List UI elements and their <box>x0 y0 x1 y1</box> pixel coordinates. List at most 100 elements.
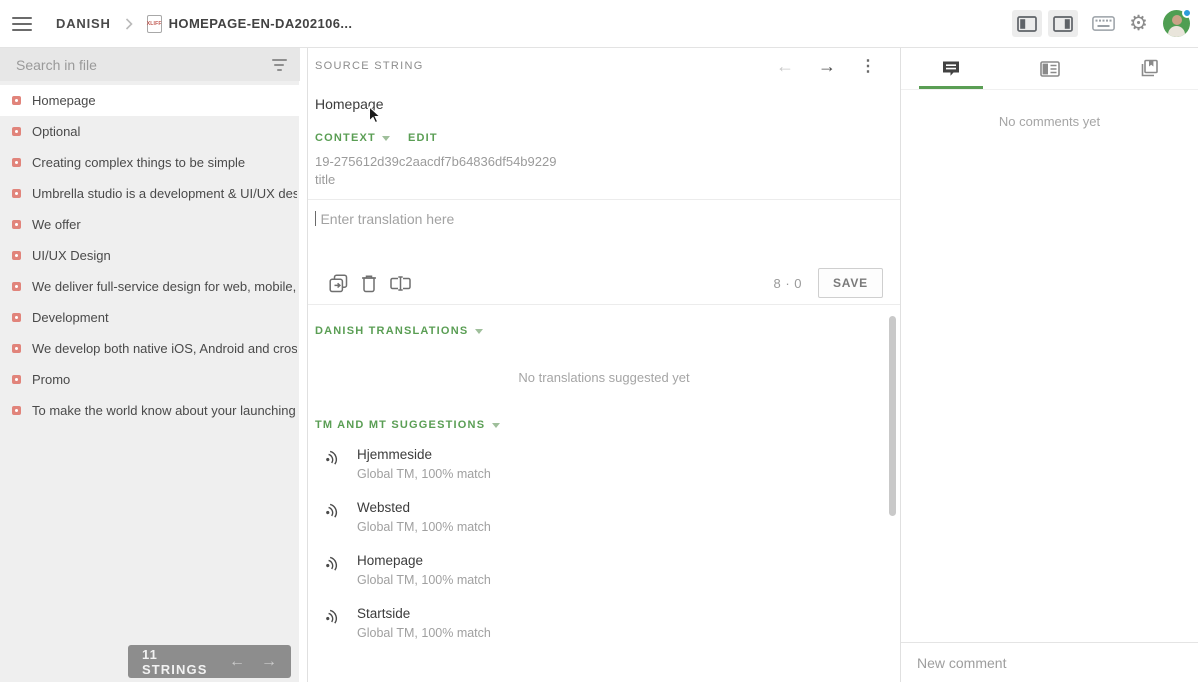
list-item[interactable]: Optional <box>0 116 307 147</box>
editor-scrollbar-thumb[interactable] <box>889 316 896 516</box>
copy-source-icon[interactable] <box>329 273 348 293</box>
suggestion-text: Homepage <box>357 553 424 568</box>
suggestion-text: Websted <box>357 500 411 515</box>
source-string-label: SOURCE STRING <box>315 60 424 72</box>
translation-actions: 8 · 0 SAVE <box>308 262 900 304</box>
list-item-label: Promo <box>32 372 71 387</box>
breadcrumb-file[interactable]: XLIFF HOMEPAGE-EN-DA202106... <box>146 14 353 33</box>
string-list: Homepage Optional Creating complex thing… <box>0 85 307 426</box>
notification-dot <box>1182 8 1192 18</box>
info-list-icon <box>1039 60 1060 77</box>
keyboard-shortcuts-icon[interactable] <box>1092 16 1116 31</box>
comments-panel: No comments yet <box>900 48 1198 682</box>
hamburger-menu-icon[interactable] <box>12 16 32 31</box>
filter-icon[interactable] <box>270 58 288 71</box>
list-item-selected[interactable]: Homepage <box>0 85 307 116</box>
list-item[interactable]: Development <box>0 302 307 333</box>
untranslated-status-icon <box>12 344 21 353</box>
chevron-right-icon <box>125 17 133 30</box>
list-item[interactable]: UI/UX Design <box>0 240 307 271</box>
list-item[interactable]: We offer <box>0 209 307 240</box>
list-item-label: Optional <box>32 124 81 139</box>
xliff-file-icon: XLIFF <box>146 14 162 33</box>
suggestions-section-toggle[interactable]: TM AND MT SUGGESTIONS <box>315 419 485 431</box>
chevron-down-icon <box>381 135 390 141</box>
next-string-icon[interactable]: → <box>818 57 836 75</box>
comment-icon <box>942 61 959 76</box>
tm-suggestion[interactable]: Homepage Global TM, 100% match <box>322 553 893 587</box>
list-item-label: UI/UX Design <box>32 248 111 263</box>
more-options-icon[interactable]: ⋮ <box>860 56 876 76</box>
toggle-left-panel-button[interactable] <box>1012 10 1043 37</box>
chevron-down-icon <box>475 328 484 334</box>
list-item[interactable]: We deliver full-service design for web, … <box>0 271 307 302</box>
tab-context-info[interactable] <box>1000 48 1099 89</box>
source-string-text: Homepage <box>315 96 384 112</box>
tm-source-icon <box>322 448 342 481</box>
toggle-right-panel-button[interactable] <box>1048 10 1079 37</box>
strings-sidebar: Homepage Optional Creating complex thing… <box>0 48 308 682</box>
list-item-label: We offer <box>32 217 81 232</box>
app-window: DANISH XLIFF HOMEPAGE-EN-DA202106... ⚙ S… <box>0 0 1198 682</box>
suggestion-text: Startside <box>357 606 411 621</box>
tm-suggestion[interactable]: Startside Global TM, 100% match <box>322 606 893 640</box>
untranslated-status-icon <box>12 158 21 167</box>
list-item-label: Creating complex things to be simple <box>32 155 246 170</box>
tm-source-icon <box>322 607 342 640</box>
char-counter: 8 · 0 <box>773 275 802 291</box>
untranslated-status-icon <box>12 189 21 198</box>
list-item[interactable]: We develop both native iOS, Android and … <box>0 333 307 364</box>
translations-empty-text: No translations suggested yet <box>518 370 690 385</box>
translations-section-toggle[interactable]: DANISH TRANSLATIONS <box>315 325 468 337</box>
settings-gear-icon[interactable]: ⚙ <box>1129 13 1148 34</box>
untranslated-status-icon <box>12 375 21 384</box>
list-item[interactable]: Umbrella studio is a development & UI/UX… <box>0 178 307 209</box>
list-item[interactable]: To make the world know about your launch… <box>0 395 307 426</box>
search-input[interactable] <box>16 56 270 73</box>
tm-suggestion[interactable]: Hjemmeside Global TM, 100% match <box>322 447 893 481</box>
comments-empty-text: No comments yet <box>998 114 1101 129</box>
right-panel-tabs <box>901 48 1198 90</box>
user-avatar[interactable] <box>1163 8 1192 37</box>
breadcrumb-language[interactable]: DANISH <box>56 16 111 31</box>
next-page-icon[interactable]: → <box>261 653 277 670</box>
list-item-label: Development <box>32 310 109 325</box>
previous-string-icon[interactable]: ← <box>776 57 794 75</box>
save-button[interactable]: SAVE <box>818 268 883 298</box>
string-hash: 19-275612d39c2aacdf7b64836df54b9229 <box>315 154 557 169</box>
suggestion-text: Hjemmeside <box>357 447 433 462</box>
tab-comments[interactable] <box>901 48 1000 89</box>
list-item[interactable]: Promo <box>0 364 307 395</box>
untranslated-status-icon <box>12 251 21 260</box>
tm-suggestion[interactable]: Websted Global TM, 100% match <box>322 500 893 534</box>
top-bar: DANISH XLIFF HOMEPAGE-EN-DA202106... ⚙ <box>0 0 1198 48</box>
new-comment-input[interactable] <box>917 654 1182 671</box>
list-item[interactable]: Creating complex things to be simple <box>0 147 307 178</box>
breadcrumb-file-name: HOMEPAGE-EN-DA202106... <box>168 16 353 31</box>
suggestion-meta: Global TM, 100% match <box>357 626 491 640</box>
dictionary-book-icon <box>1141 59 1158 77</box>
translation-placeholder: Enter translation here <box>320 211 455 227</box>
select-text-icon[interactable] <box>390 275 411 292</box>
translation-editor: SOURCE STRING ← → ⋮ Homepage CONTEXT EDI… <box>308 48 900 682</box>
string-context-value: title <box>315 172 336 187</box>
translation-input[interactable]: Enter translation here <box>308 200 900 262</box>
list-item-label: Homepage <box>32 93 96 108</box>
context-toggle[interactable]: CONTEXT <box>315 132 376 144</box>
layout-left-icon <box>1017 15 1038 32</box>
suggestion-meta: Global TM, 100% match <box>357 573 491 587</box>
suggestion-meta: Global TM, 100% match <box>357 467 491 481</box>
untranslated-status-icon <box>12 313 21 322</box>
edit-context-button[interactable]: EDIT <box>408 132 438 144</box>
new-comment-bar <box>901 642 1198 682</box>
prev-page-icon[interactable]: ← <box>229 653 245 670</box>
clear-translation-icon[interactable] <box>361 274 377 293</box>
tm-suggestion-list: Hjemmeside Global TM, 100% match Websted… <box>308 447 900 640</box>
chevron-down-icon <box>492 422 501 428</box>
untranslated-status-icon <box>12 96 21 105</box>
suggestion-meta: Global TM, 100% match <box>357 520 491 534</box>
list-item-label: Umbrella studio is a development & UI/UX… <box>32 186 297 201</box>
text-caret <box>315 211 316 226</box>
tab-dictionary[interactable] <box>1099 48 1198 89</box>
tm-source-icon <box>322 501 342 534</box>
